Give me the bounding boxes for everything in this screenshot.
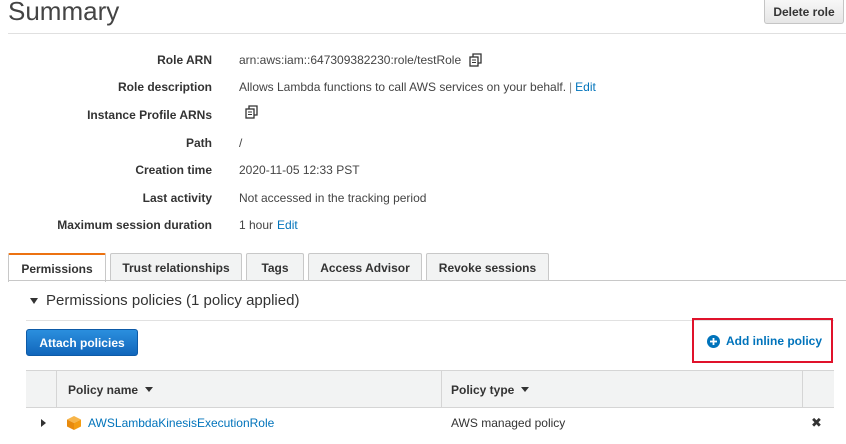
instance-profile-label: Instance Profile ARNs	[87, 108, 212, 122]
role-arn-label: Role ARN	[157, 53, 212, 67]
path-row: Path /	[0, 133, 846, 153]
last-activity-value: Not accessed in the tracking period	[239, 191, 427, 205]
close-icon[interactable]: ✖	[811, 416, 822, 430]
permissions-section-header[interactable]: Permissions policies (1 policy applied)	[30, 292, 299, 309]
instance-profile-row: Instance Profile ARNs	[0, 105, 846, 125]
copy-icon[interactable]	[245, 105, 259, 119]
max-session-row: Maximum session duration 1 hour Edit	[0, 215, 846, 235]
last-activity-row: Last activity Not accessed in the tracki…	[0, 188, 846, 208]
max-session-value: 1 hour	[239, 218, 274, 232]
tab-trust-relationships[interactable]: Trust relationships	[110, 253, 242, 281]
sort-caret-icon	[521, 387, 530, 392]
sort-caret-icon	[145, 387, 154, 392]
header-divider	[8, 33, 846, 34]
creation-time-value: 2020-11-05 12:33 PST	[239, 163, 360, 177]
expand-row-icon[interactable]	[41, 419, 46, 427]
role-arn-row: Role ARN arn:aws:iam::647309382230:role/…	[0, 50, 846, 70]
edit-session-link[interactable]: Edit	[277, 215, 298, 235]
creation-time-label: Creation time	[135, 163, 212, 177]
plus-circle-icon	[707, 334, 720, 348]
path-label: Path	[185, 136, 212, 150]
table-header: Policy name Policy type	[26, 370, 834, 408]
separator: |	[569, 80, 573, 94]
tab-tags[interactable]: Tags	[246, 253, 304, 281]
page-title: Summary	[8, 0, 120, 26]
table-row: AWSLambdaKinesisExecutionRole AWS manage…	[26, 408, 834, 438]
section-title: Permissions policies (1 policy applied)	[46, 292, 300, 309]
column-label: Policy type	[451, 382, 515, 397]
column-policy-name[interactable]: Policy name	[68, 371, 154, 408]
role-description-value: Allows Lambda functions to call AWS serv…	[239, 80, 567, 94]
role-arn-value: arn:aws:iam::647309382230:role/testRole	[239, 53, 462, 67]
delete-role-button[interactable]: Delete role	[764, 0, 844, 24]
creation-time-row: Creation time 2020-11-05 12:33 PST	[0, 160, 846, 180]
caret-down-icon	[30, 297, 38, 304]
path-value: /	[239, 136, 243, 150]
column-policy-type[interactable]: Policy type	[451, 371, 530, 408]
role-description-label: Role description	[117, 80, 212, 94]
policy-type-value: AWS managed policy	[451, 416, 566, 430]
last-activity-label: Last activity	[142, 191, 212, 205]
column-label: Policy name	[68, 382, 139, 397]
policy-name-link[interactable]: AWSLambdaKinesisExecutionRole	[88, 416, 274, 430]
attach-policies-button[interactable]: Attach policies	[26, 329, 138, 356]
max-session-label: Maximum session duration	[57, 218, 212, 232]
tab-revoke-sessions[interactable]: Revoke sessions	[426, 253, 549, 281]
copy-icon[interactable]	[469, 53, 483, 67]
tab-permissions[interactable]: Permissions	[8, 253, 106, 282]
tab-access-advisor[interactable]: Access Advisor	[308, 253, 422, 281]
role-description-row: Role description Allows Lambda functions…	[0, 77, 846, 97]
cube-icon	[67, 416, 81, 430]
tabs-divider	[8, 280, 846, 281]
add-inline-policy-link[interactable]: Add inline policy	[707, 334, 822, 348]
add-inline-policy-label: Add inline policy	[726, 334, 823, 348]
edit-description-link[interactable]: Edit	[575, 77, 596, 97]
